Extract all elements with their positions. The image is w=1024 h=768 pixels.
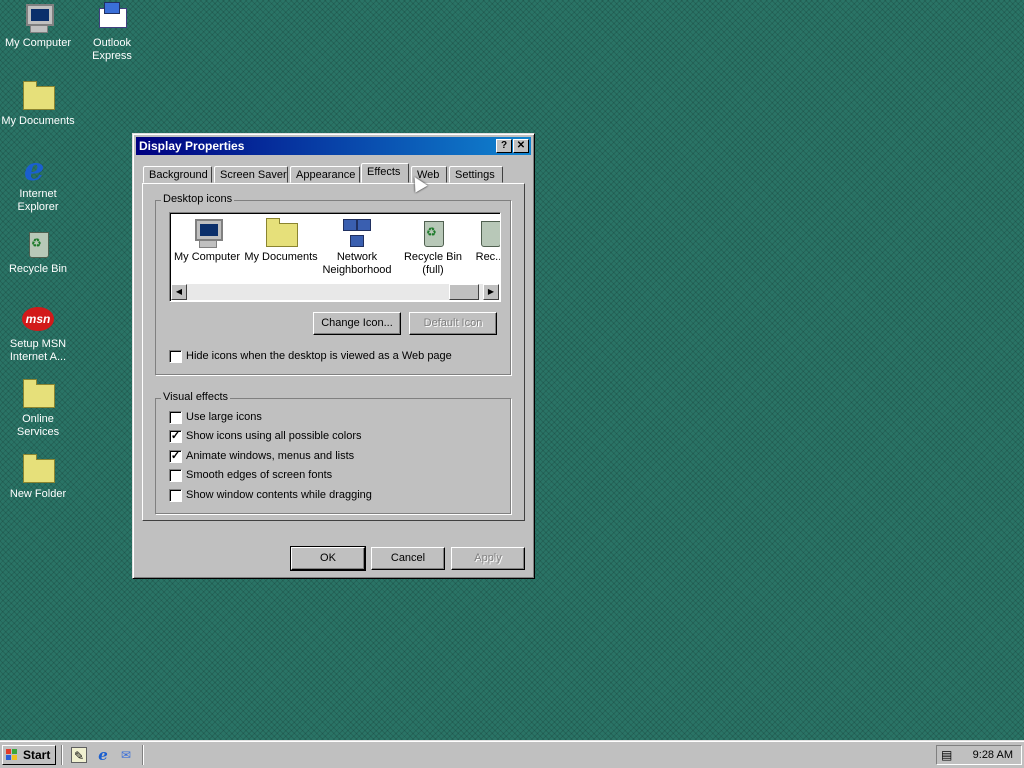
network-icon (341, 217, 373, 249)
smooth-fonts-row[interactable]: Smooth edges of screen fonts (169, 468, 332, 484)
recycle-bin-icon: ♻ (417, 217, 449, 249)
scroll-left-arrow-icon[interactable]: ◀ (171, 284, 187, 300)
desktop-icon-label: Online Services (16, 413, 60, 438)
all-colors-label: Show icons using all possible colors (186, 430, 362, 443)
scroll-thumb[interactable] (449, 284, 479, 300)
default-icon-button[interactable]: Default Icon (409, 312, 497, 335)
desktop-icon-outlook-express[interactable]: Outlook Express (74, 2, 150, 63)
hide-icons-checkbox-row[interactable]: Hide icons when the desktop is viewed as… (169, 349, 452, 365)
windows-logo-icon (6, 749, 18, 761)
title-bar[interactable]: Display Properties ? ✕ (136, 137, 531, 155)
list-item-recycle-bin-full[interactable]: ♻ Recycle Bin (full) (396, 217, 470, 277)
help-button[interactable]: ? (496, 139, 512, 153)
msn-icon: msn (22, 303, 54, 335)
mail-icon (96, 2, 128, 34)
horizontal-scrollbar[interactable]: ◀ ▶ (171, 284, 499, 300)
folder-icon (22, 80, 55, 112)
desktop-icon-my-documents[interactable]: My Documents (0, 80, 76, 128)
list-item-label: My Computer (173, 251, 241, 263)
tab-appearance[interactable]: Appearance (290, 166, 360, 183)
desktop-icon-label: My Documents (1, 115, 75, 127)
scheduler-icon[interactable]: ▤ (941, 748, 952, 762)
use-large-icons-row[interactable]: Use large icons (169, 410, 262, 426)
list-item-my-computer[interactable]: My Computer (170, 217, 244, 264)
ok-button[interactable]: OK (290, 546, 366, 571)
desktop-icon-online-services[interactable]: Online Services (0, 378, 76, 439)
system-tray: ▤ 9:28 AM (936, 745, 1022, 765)
desktop-icon-new-folder[interactable]: New Folder (0, 453, 76, 501)
list-item-label: Network Neighborhood (322, 251, 392, 276)
taskbar-separator (142, 745, 144, 765)
use-large-icons-checkbox[interactable] (169, 410, 182, 424)
recycle-bin-icon (474, 217, 500, 249)
desktop-icon-label: Setup MSN Internet A... (9, 338, 67, 363)
hide-icons-label: Hide icons when the desktop is viewed as… (186, 350, 452, 363)
desktop-icon-recycle-bin[interactable]: ♻ Recycle Bin (0, 228, 76, 276)
all-colors-row[interactable]: ✓ Show icons using all possible colors (169, 429, 361, 445)
list-item-my-documents[interactable]: My Documents (244, 217, 318, 264)
computer-icon (22, 2, 54, 34)
smooth-fonts-checkbox[interactable] (169, 468, 182, 482)
dialog-title: Display Properties (139, 139, 245, 153)
animate-windows-label: Animate windows, menus and lists (186, 450, 355, 463)
show-desktop-icon[interactable]: ✎ (71, 747, 87, 763)
desktop-icon-internet-explorer[interactable]: e Internet Explorer (0, 153, 76, 214)
display-properties-dialog: Display Properties ? ✕ Background Screen… (132, 133, 535, 579)
apply-button[interactable]: Apply (451, 547, 525, 570)
list-item-label: My Documents (244, 251, 318, 263)
hide-icons-checkbox[interactable] (169, 349, 182, 363)
start-button[interactable]: Start (2, 745, 56, 765)
change-icon-button[interactable]: Change Icon... (313, 312, 401, 335)
desktop-icon-label: Outlook Express (92, 37, 132, 62)
close-button[interactable]: ✕ (513, 139, 529, 153)
list-item-label: Rec... (475, 251, 500, 263)
tab-screen-saver[interactable]: Screen Saver (214, 166, 288, 183)
folder-icon (22, 453, 55, 485)
window-contents-label: Show window contents while dragging (186, 489, 372, 502)
desktop-icon-my-computer[interactable]: My Computer (0, 2, 76, 50)
visual-effects-group-label: Visual effects (161, 391, 231, 403)
ie-quicklaunch-icon[interactable]: e (95, 747, 111, 763)
folder-icon (22, 378, 55, 410)
desktop-icon-list[interactable]: My Computer My Documents Network Neighbo… (169, 212, 501, 302)
ie-icon: e (24, 150, 45, 188)
desktop-icons-group-label: Desktop icons (161, 193, 235, 205)
tab-effects[interactable]: Effects (361, 163, 409, 183)
list-item-network-neighborhood[interactable]: Network Neighborhood (320, 217, 394, 277)
desktop-icon-label: My Computer (4, 37, 72, 49)
outlook-quicklaunch-icon[interactable]: ✉ (118, 747, 134, 763)
taskbar-separator (61, 745, 63, 765)
cancel-button[interactable]: Cancel (371, 547, 445, 570)
window-contents-row[interactable]: Show window contents while dragging (169, 488, 372, 504)
desktop-icon-label: Internet Explorer (17, 188, 59, 213)
start-label: Start (23, 748, 51, 762)
tab-settings[interactable]: Settings (449, 166, 503, 183)
tab-background[interactable]: Background (143, 166, 212, 183)
folder-icon (265, 217, 298, 249)
use-large-icons-label: Use large icons (186, 411, 262, 424)
scroll-right-arrow-icon[interactable]: ▶ (483, 284, 499, 300)
recycle-bin-icon: ♻ (22, 228, 54, 260)
desktop-icon-label: Recycle Bin (8, 263, 68, 275)
animate-windows-row[interactable]: ✓ Animate windows, menus and lists (169, 449, 354, 465)
list-item-recycle-bin-empty[interactable]: Rec... (470, 217, 500, 264)
clock[interactable]: 9:28 AM (973, 749, 1013, 761)
list-item-label: Recycle Bin (full) (403, 251, 463, 276)
taskbar: Start ✎ e ✉ ▤ 9:28 AM (0, 740, 1024, 768)
desktop-icon-setup-msn[interactable]: msn Setup MSN Internet A... (0, 303, 76, 364)
computer-icon (191, 217, 223, 249)
smooth-fonts-label: Smooth edges of screen fonts (186, 469, 333, 482)
animate-windows-checkbox[interactable]: ✓ (169, 449, 182, 463)
desktop-icon-label: New Folder (9, 488, 67, 500)
window-contents-checkbox[interactable] (169, 488, 182, 502)
all-colors-checkbox[interactable]: ✓ (169, 429, 182, 443)
